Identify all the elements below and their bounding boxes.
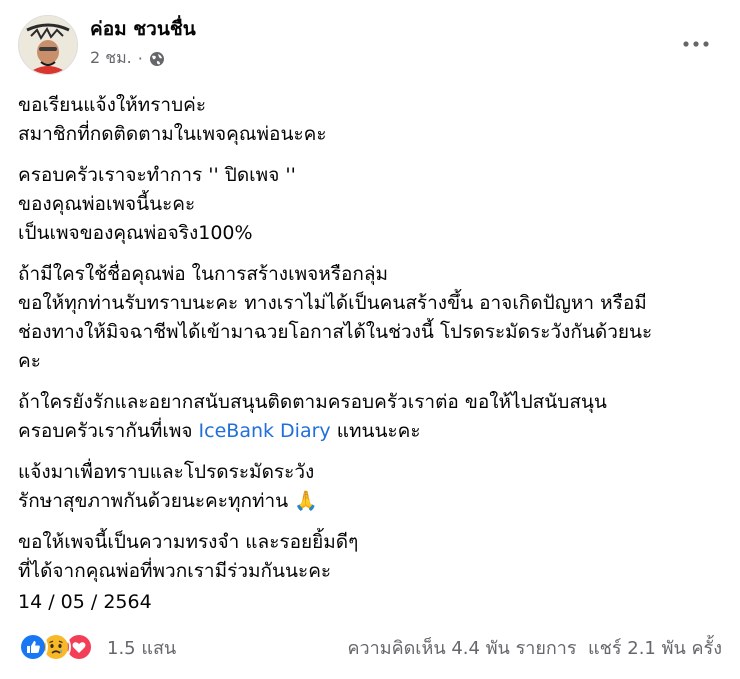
text-line: ครอบครัวเราจะทำการ '' ปิดเพจ '' xyxy=(18,164,296,186)
reaction-count[interactable]: 1.5 แสน xyxy=(107,633,176,662)
like-icon xyxy=(18,632,48,662)
more-dots-icon xyxy=(683,41,709,47)
text-line: รักษาสุขภาพกันด้วยนะคะทุกท่าน xyxy=(18,490,289,512)
avatar-image xyxy=(19,16,77,74)
engagement-stats: ความคิดเห็น 4.4 พัน รายการ แชร์ 2.1 พัน … xyxy=(347,633,722,662)
text-line: ครอบครัวเรากันที่เพจ xyxy=(18,420,199,442)
text-line: เป็นเพจของคุณพ่อจริง100% xyxy=(18,222,253,244)
pray-emoji-icon: 🙏 xyxy=(294,490,318,512)
paragraph-4: ถ้าใครยังรักและอยากสนับสนุนติดตามครอบครั… xyxy=(18,388,724,446)
paragraph-6: ขอให้เพจนี้เป็นความทรงจำ และรอยยิ้มดีๆ ท… xyxy=(18,528,724,586)
text-line: ช่องทางให้มิจฉาชีพได้เข้ามาฉวยโอกาสได้ใน… xyxy=(18,321,653,343)
reactions-summary[interactable]: 1.5 แสน xyxy=(18,632,176,662)
text-line: ถ้าใครยังรักและอยากสนับสนุนติดตามครอบครั… xyxy=(18,391,607,413)
text-line: ของคุณพ่อเพจนี้นะคะ xyxy=(18,193,196,215)
shares-count-link[interactable]: แชร์ 2.1 พัน ครั้ง xyxy=(588,638,722,659)
text-line: แจ้งมาเพื่อทราบและโปรดระมัดระวัง xyxy=(18,461,315,483)
text-line: ถ้ามีใครใช้ชื่อคุณพ่อ ในการสร้างเพจหรือก… xyxy=(18,263,389,285)
text-line: ที่ได้จากคุณพ่อที่พวกเรามีร่วมกันนะคะ xyxy=(18,560,332,582)
text-line: คะ xyxy=(18,350,41,372)
text-line: แทนนะคะ xyxy=(330,420,421,442)
page-link-icebank-diary[interactable]: IceBank Diary xyxy=(199,420,331,442)
separator-dot: · xyxy=(137,49,143,68)
post-body: ขอเรียนแจ้งให้ทราบค่ะ สมาชิกที่กดติดตามใ… xyxy=(18,91,724,598)
paragraph-3: ถ้ามีใครใช้ชื่อคุณพ่อ ในการสร้างเพจหรือก… xyxy=(18,260,724,376)
text-line: ขอเรียนแจ้งให้ทราบค่ะ xyxy=(18,94,207,116)
globe-icon[interactable] xyxy=(149,51,165,67)
text-line: ขอให้ทุกท่านรับทราบนะคะ ทางเราไม่ได้เป็น… xyxy=(18,292,647,314)
paragraph-1: ขอเรียนแจ้งให้ทราบค่ะ สมาชิกที่กดติดตามใ… xyxy=(18,91,724,149)
post-date: 14 / 05 / 2564 xyxy=(18,591,152,613)
text-line: ขอให้เพจนี้เป็นความทรงจำ และรอยยิ้มดีๆ xyxy=(18,531,359,553)
post-time[interactable]: 2 ชม. xyxy=(90,46,132,71)
author-name[interactable]: ค่อม ชวนชื่น xyxy=(90,14,196,44)
paragraph-2: ครอบครัวเราจะทำการ '' ปิดเพจ '' ของคุณพ่… xyxy=(18,161,724,248)
comments-count-link[interactable]: ความคิดเห็น 4.4 พัน รายการ xyxy=(347,638,576,659)
facebook-post: ค่อม ชวนชื่น 2 ชม. · ขอเรียนแจ้งให้ทราบค… xyxy=(0,0,740,679)
more-options-button[interactable] xyxy=(678,26,714,62)
post-footer: 1.5 แสน ความคิดเห็น 4.4 พัน รายการ แชร์ … xyxy=(18,632,722,662)
text-line: สมาชิกที่กดติดตามในเพจคุณพ่อนะคะ xyxy=(18,123,327,145)
post-meta: 2 ชม. · xyxy=(90,46,165,71)
avatar[interactable] xyxy=(18,15,78,75)
paragraph-5: แจ้งมาเพื่อทราบและโปรดระมัดระวัง รักษาสุ… xyxy=(18,458,724,516)
